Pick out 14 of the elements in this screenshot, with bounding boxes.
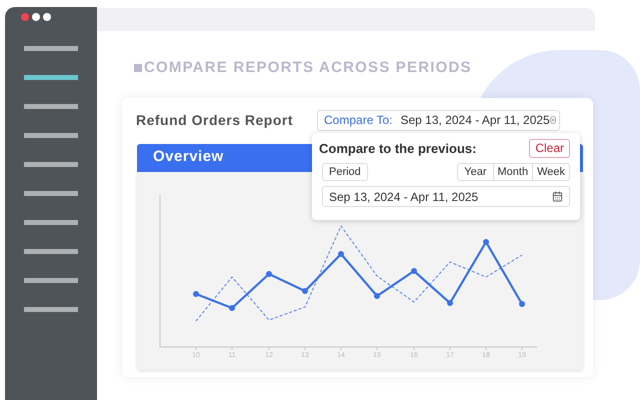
range-tab[interactable]: Year: [457, 163, 494, 181]
date-range-value: Sep 13, 2024 - Apr 11, 2025: [329, 188, 478, 206]
range-tab[interactable]: Month: [494, 163, 534, 181]
period-button[interactable]: Period: [322, 163, 368, 181]
clear-button[interactable]: Clear: [529, 138, 570, 158]
report-title: Refund Orders Report: [136, 110, 294, 130]
overview-title: Overview: [153, 147, 224, 168]
range-tab[interactable]: Week: [533, 163, 570, 181]
date-range-field[interactable]: Sep 13, 2024 - Apr 11, 2025: [322, 186, 570, 207]
popup-title: Compare to the previous:: [319, 140, 476, 158]
compare-label: Compare To:: [324, 112, 392, 129]
compare-value: Sep 13, 2024 - Apr 11, 2025: [400, 112, 550, 129]
section-heading: COMPARE REPORTS ACROSS PERIODS: [144, 58, 472, 78]
compare-field[interactable]: Compare To: Sep 13, 2024 - Apr 11, 2025: [317, 110, 560, 130]
